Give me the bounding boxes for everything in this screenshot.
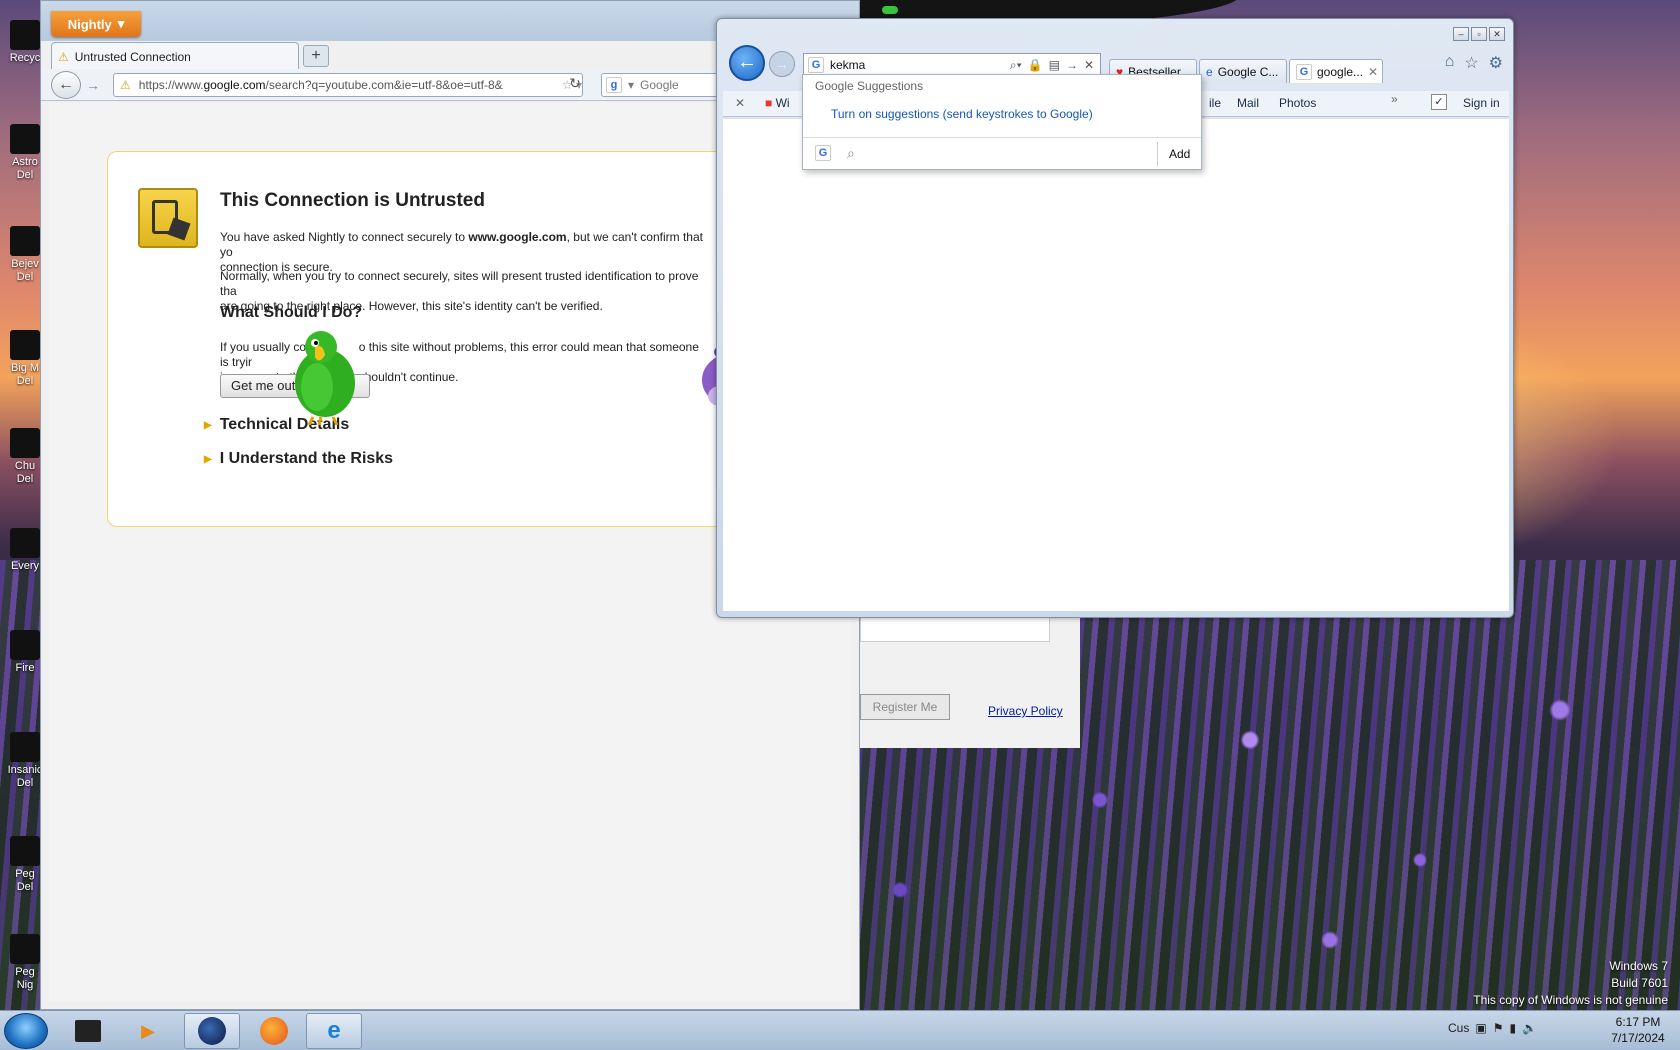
close-tab-icon[interactable]: ✕ xyxy=(1368,65,1378,79)
app-icon xyxy=(10,528,40,558)
register-me-button[interactable]: Register Me xyxy=(860,694,950,720)
windows-watermark: Windows 7 Build 7601 This copy of Window… xyxy=(1473,959,1668,1007)
suggestions-footer: G ⌕ Add xyxy=(803,137,1201,169)
sign-in-link[interactable]: Sign in xyxy=(1463,96,1500,110)
game-icon xyxy=(10,124,40,154)
game-icon xyxy=(10,836,40,866)
internet-explorer-icon: e xyxy=(327,1017,341,1044)
maximize-icon[interactable]: ▫ xyxy=(1471,27,1487,41)
warning-icon: ⚠ xyxy=(58,49,69,64)
taskbar-app-media[interactable]: ▶ xyxy=(120,1013,176,1049)
taskbar: ▶ e Cus ▣ ⚑ ▮ 🔈 6:17 PM 7/17/2024 xyxy=(0,1010,1680,1050)
favorites-star-icon[interactable]: ☆ xyxy=(1464,53,1478,73)
terminal-icon xyxy=(75,1020,101,1042)
game-icon xyxy=(10,934,40,964)
minimize-icon[interactable]: – xyxy=(1453,27,1469,41)
reload-button[interactable]: ↻ xyxy=(565,75,585,95)
parrot-character-icon[interactable] xyxy=(285,325,365,425)
firefox-icon xyxy=(10,630,40,660)
expand-triangle-icon: ▶ xyxy=(204,453,212,465)
favorite-ile[interactable]: ile xyxy=(1209,96,1221,110)
lock-icon[interactable]: 🔒 xyxy=(1028,58,1043,73)
game-icon xyxy=(10,732,40,762)
taskbar-app-nightly[interactable] xyxy=(184,1013,240,1049)
privacy-policy-link[interactable]: Privacy Policy xyxy=(988,704,1063,718)
address-input[interactable]: kekma xyxy=(830,58,865,72)
google-icon: g xyxy=(606,77,622,93)
compat-view-icon[interactable]: ▤ xyxy=(1049,58,1060,73)
dropdown-arrow-icon: ▾ xyxy=(117,16,125,31)
ie-forward-button[interactable]: → xyxy=(769,51,795,77)
favorite-mail[interactable]: Mail xyxy=(1237,96,1259,110)
network-icon[interactable]: ▮ xyxy=(1509,1021,1516,1035)
nightly-globe-icon xyxy=(198,1017,226,1045)
start-button[interactable] xyxy=(4,1013,48,1049)
tab-untrusted-connection[interactable]: ⚠ Untrusted Connection xyxy=(51,42,299,70)
dock-indicator xyxy=(882,6,898,14)
warning-icon: ⚠ xyxy=(120,78,131,92)
taskbar-app-firefox[interactable] xyxy=(246,1013,302,1049)
registration-input[interactable] xyxy=(860,618,1050,642)
search-icon[interactable]: ⌕▾ xyxy=(1010,58,1022,73)
game-icon xyxy=(10,428,40,458)
close-icon[interactable]: ✕ xyxy=(1489,27,1505,41)
ie-tab-google-c[interactable]: e Google C... xyxy=(1199,59,1287,83)
ie-page-icon: e xyxy=(1206,64,1213,79)
search-engine-dropdown-icon[interactable]: ▾ xyxy=(628,78,634,92)
tray-app-icon[interactable]: ▣ xyxy=(1475,1021,1486,1035)
what-should-i-do-heading: What Should I Do? xyxy=(220,304,363,321)
understand-risks-expander[interactable]: ▶ I Understand the Risks xyxy=(204,450,393,468)
divider xyxy=(1157,142,1158,166)
ie-back-button[interactable]: ← xyxy=(729,45,765,81)
forward-button[interactable]: → xyxy=(83,75,103,95)
error-panel: This Connection is Untrusted You have as… xyxy=(107,151,727,527)
media-player-icon: ▶ xyxy=(141,1020,155,1041)
system-tray: Cus ▣ ⚑ ▮ 🔈 xyxy=(1448,1021,1537,1035)
url-bar[interactable]: ⚠ https://www.google.com/search?q=youtub… xyxy=(113,73,583,97)
favorite-wi[interactable]: ■ Wi xyxy=(765,96,790,110)
ie-page-content xyxy=(723,119,1509,611)
expand-triangle-icon: ▶ xyxy=(204,419,212,431)
flag-icon[interactable]: ⚑ xyxy=(1493,1021,1504,1035)
tray-label[interactable]: Cus xyxy=(1448,1021,1469,1035)
taskbar-app-terminal[interactable] xyxy=(60,1013,116,1049)
search-icon[interactable]: ⌕ xyxy=(847,145,855,162)
taskbar-app-internet-explorer[interactable]: e xyxy=(306,1013,362,1049)
system-clock[interactable]: 6:17 PM 7/17/2024 xyxy=(1600,1014,1676,1046)
nightly-menu-button[interactable]: Nightly ▾ xyxy=(51,11,141,37)
security-officer-icon xyxy=(138,188,198,248)
ie-toolbar-icons: ⌂ ☆ ⚙ xyxy=(1445,53,1503,73)
window-controls: – ▫ ✕ xyxy=(1453,27,1505,41)
back-button[interactable]: ← xyxy=(51,71,81,99)
recycle-bin-icon xyxy=(10,20,40,50)
favorite-photos[interactable]: Photos xyxy=(1279,96,1316,110)
game-icon xyxy=(10,226,40,256)
address-tools: ⌕▾ 🔒 ▤ → ✕ xyxy=(1010,58,1100,73)
google-icon: G xyxy=(808,57,824,73)
gear-icon[interactable]: ⚙ xyxy=(1489,53,1503,73)
turn-on-suggestions-link[interactable]: Turn on suggestions (send keystrokes to … xyxy=(831,107,1093,121)
checkbox-icon[interactable]: ✓ xyxy=(1431,94,1447,110)
add-search-provider-button[interactable]: Add xyxy=(1169,147,1190,161)
game-icon xyxy=(10,330,40,360)
suggestions-header: Google Suggestions xyxy=(815,79,924,93)
chevron-right-icon[interactable]: » xyxy=(1391,92,1398,106)
close-icon[interactable]: ✕ xyxy=(735,96,745,110)
google-icon: G xyxy=(1296,63,1312,80)
speaker-icon[interactable]: 🔈 xyxy=(1522,1021,1537,1035)
home-icon[interactable]: ⌂ xyxy=(1445,53,1455,73)
go-arrow-icon[interactable]: → xyxy=(1066,58,1078,73)
url-text: https://www.google.com/search?q=youtube.… xyxy=(138,78,503,92)
error-title: This Connection is Untrusted xyxy=(220,190,485,211)
new-tab-button[interactable]: + xyxy=(303,45,329,67)
google-icon[interactable]: G xyxy=(815,145,831,161)
search-suggestions-dropdown: Google Suggestions Turn on suggestions (… xyxy=(802,74,1202,170)
stop-icon[interactable]: ✕ xyxy=(1084,58,1094,73)
firefox-icon xyxy=(260,1017,288,1045)
ie-tab-google[interactable]: G google... ✕ xyxy=(1289,59,1383,83)
background-registration-page: Register Me Privacy Policy xyxy=(860,618,1080,748)
